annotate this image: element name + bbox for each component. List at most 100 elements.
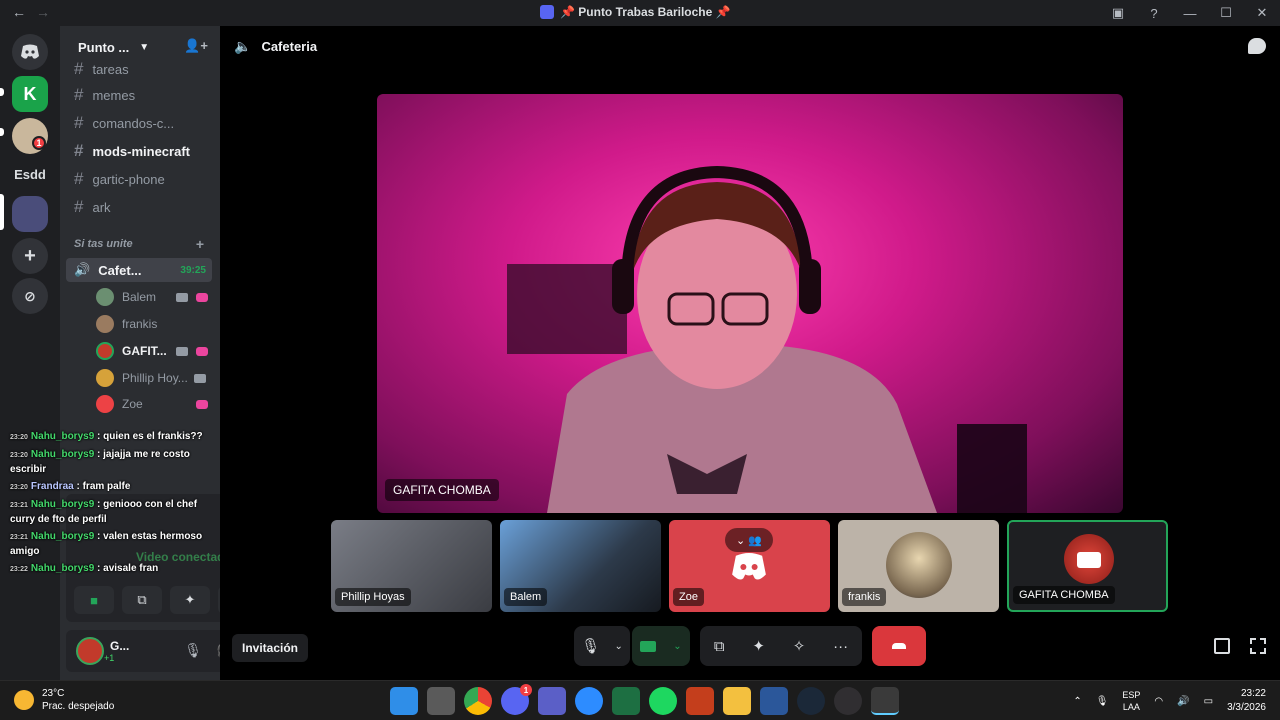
hash-icon: # bbox=[74, 169, 84, 188]
volume-icon[interactable]: 🔊 bbox=[1177, 696, 1189, 707]
chat-overlay: 23:20 Nahu_borys9 : quien es el frankis??… bbox=[10, 430, 224, 580]
channel-memes[interactable]: # memes bbox=[66, 82, 214, 108]
channel-tareas[interactable]: # tareas bbox=[66, 56, 214, 82]
explore-button[interactable]: ⊘ bbox=[12, 278, 48, 314]
video-camera-icon bbox=[1077, 552, 1101, 568]
participant-tile[interactable]: frankis bbox=[838, 520, 999, 612]
channel-label: tareas bbox=[92, 61, 129, 77]
channel-ark[interactable]: # ark bbox=[66, 194, 214, 220]
obs-icon[interactable] bbox=[834, 687, 862, 715]
battery-icon[interactable]: ▭ bbox=[1204, 696, 1213, 707]
participant-tile[interactable]: Phillip Hoyas bbox=[331, 520, 492, 612]
participant-menu-button[interactable]: ⌄ 👥 bbox=[725, 528, 773, 552]
voice-user[interactable]: Zoe bbox=[96, 392, 212, 416]
invite-people-icon[interactable]: 👤+ bbox=[184, 38, 208, 54]
video-camera-icon[interactable] bbox=[640, 640, 657, 652]
close-button[interactable]: ✕ bbox=[1244, 5, 1280, 21]
word-icon[interactable] bbox=[760, 687, 788, 715]
voice-user-name: GAFIT... bbox=[122, 344, 167, 358]
server-rail: K 1 Esdd + ⊘ bbox=[0, 26, 60, 680]
fullscreen-icon[interactable] bbox=[1250, 638, 1266, 654]
screen-share-icon[interactable]: ⧉ bbox=[714, 638, 725, 655]
avatar bbox=[96, 288, 114, 306]
server-icon-esdd[interactable]: Esdd bbox=[12, 156, 48, 192]
chat-message: 23:20 Frandraa : fram palfe bbox=[10, 480, 224, 495]
chrome-icon[interactable] bbox=[464, 687, 492, 715]
channel-gartic-phone[interactable]: # gartic-phone bbox=[66, 166, 214, 192]
clock[interactable]: 23:22 3/3/2026 bbox=[1227, 687, 1266, 715]
avatar bbox=[96, 369, 114, 387]
participant-name: frankis bbox=[842, 588, 887, 606]
chat-bubble-icon[interactable] bbox=[1248, 38, 1266, 54]
popout-icon[interactable] bbox=[1214, 638, 1230, 654]
voice-user[interactable]: frankis bbox=[96, 312, 212, 336]
language-indicator[interactable]: ESP LAA bbox=[1122, 689, 1140, 713]
chevron-down-icon[interactable]: ⌄ bbox=[673, 641, 681, 652]
add-channel-icon[interactable]: + bbox=[196, 236, 204, 252]
soundboard-icon[interactable]: ✧ bbox=[793, 637, 806, 655]
mic-icon[interactable]: 🎙 bbox=[184, 642, 202, 659]
weather-description: Prac. despejado bbox=[42, 701, 115, 712]
voice-user[interactable]: GAFIT... bbox=[96, 339, 212, 363]
chat-message: 23:20 Nahu_borys9 : quien es el frankis?? bbox=[10, 430, 224, 445]
teams-icon[interactable] bbox=[538, 687, 566, 715]
zoom-icon[interactable] bbox=[575, 687, 603, 715]
active-app-icon[interactable] bbox=[871, 687, 899, 715]
spotify-icon[interactable] bbox=[649, 687, 677, 715]
back-button[interactable]: ← bbox=[12, 4, 26, 20]
powerpoint-icon[interactable] bbox=[686, 687, 714, 715]
participant-tile[interactable]: Balem bbox=[500, 520, 661, 612]
more-options-icon[interactable]: ··· bbox=[833, 638, 848, 655]
user-avatar[interactable] bbox=[76, 637, 104, 665]
participant-tile[interactable]: ⌄ 👥 Zoe bbox=[669, 520, 830, 612]
camera-button[interactable]: ■ bbox=[74, 586, 114, 614]
invite-button[interactable]: Invitación bbox=[232, 634, 309, 662]
server-icon-k[interactable]: K bbox=[12, 76, 48, 112]
selected-pill bbox=[0, 194, 4, 230]
channel-label: ark bbox=[92, 199, 111, 215]
excel-icon[interactable] bbox=[612, 687, 640, 715]
wifi-icon[interactable]: ◠ bbox=[1154, 696, 1163, 707]
maximize-button[interactable]: ☐ bbox=[1208, 5, 1244, 21]
weather-widget[interactable]: 23°C Prac. despejado bbox=[14, 687, 114, 713]
screen-share-button[interactable]: ⧉ bbox=[122, 586, 162, 614]
minimize-button[interactable]: — bbox=[1172, 6, 1208, 21]
chat-message: 23:21 Nahu_borys9 : valen estas hermoso a… bbox=[10, 530, 224, 559]
message-time: 23:22 bbox=[10, 566, 28, 573]
message-author: Nahu_borys9 bbox=[30, 499, 95, 510]
channel-comandos[interactable]: # comandos-c... bbox=[66, 110, 214, 136]
activities-button[interactable]: ✦ bbox=[170, 586, 210, 614]
windows-start-icon[interactable] bbox=[390, 687, 418, 715]
avatar bbox=[96, 315, 114, 333]
mic-tray-icon[interactable]: 🎙 bbox=[1096, 696, 1109, 707]
home-button[interactable] bbox=[12, 34, 48, 70]
message-author: Nahu_borys9 bbox=[30, 449, 95, 460]
participant-name: GAFITA CHOMBA bbox=[1013, 586, 1115, 604]
server-icon-active[interactable] bbox=[12, 196, 48, 232]
forward-button[interactable]: → bbox=[36, 4, 50, 20]
help-icon[interactable]: ? bbox=[1136, 6, 1172, 21]
participant-tile[interactable]: GAFITA CHOMBA bbox=[1007, 520, 1168, 612]
voice-user[interactable]: Balem bbox=[96, 285, 212, 309]
voice-user-name: Balem bbox=[122, 290, 157, 304]
chevron-up-icon[interactable]: ⌃ bbox=[1073, 696, 1081, 707]
voice-channel-cafeteria[interactable]: 🔊 Cafet... 39:25 bbox=[66, 258, 212, 282]
file-explorer-icon[interactable] bbox=[723, 687, 751, 715]
hash-icon: # bbox=[74, 113, 84, 132]
main-video-stage[interactable]: GAFITA CHOMBA bbox=[377, 94, 1123, 513]
activity-icon bbox=[196, 399, 208, 409]
category-header[interactable]: Si tas unite + bbox=[74, 236, 214, 252]
task-view-icon[interactable] bbox=[427, 687, 455, 715]
activities-icon[interactable]: ✦ bbox=[752, 637, 765, 655]
chevron-down-icon[interactable]: ⌄ bbox=[614, 641, 622, 652]
hash-icon: # bbox=[74, 59, 84, 78]
inbox-icon[interactable]: ▣ bbox=[1100, 5, 1136, 21]
channel-mods-minecraft[interactable]: # mods-minecraft bbox=[66, 138, 214, 164]
voice-user[interactable]: Phillip Hoy... bbox=[96, 366, 212, 390]
steam-icon[interactable] bbox=[797, 687, 825, 715]
discord-taskbar-icon[interactable]: 1 bbox=[501, 684, 532, 715]
mic-icon[interactable]: 🎙 bbox=[581, 637, 600, 655]
add-server-button[interactable]: + bbox=[12, 238, 48, 274]
disconnect-button[interactable] bbox=[872, 626, 926, 666]
avatar bbox=[96, 395, 114, 413]
